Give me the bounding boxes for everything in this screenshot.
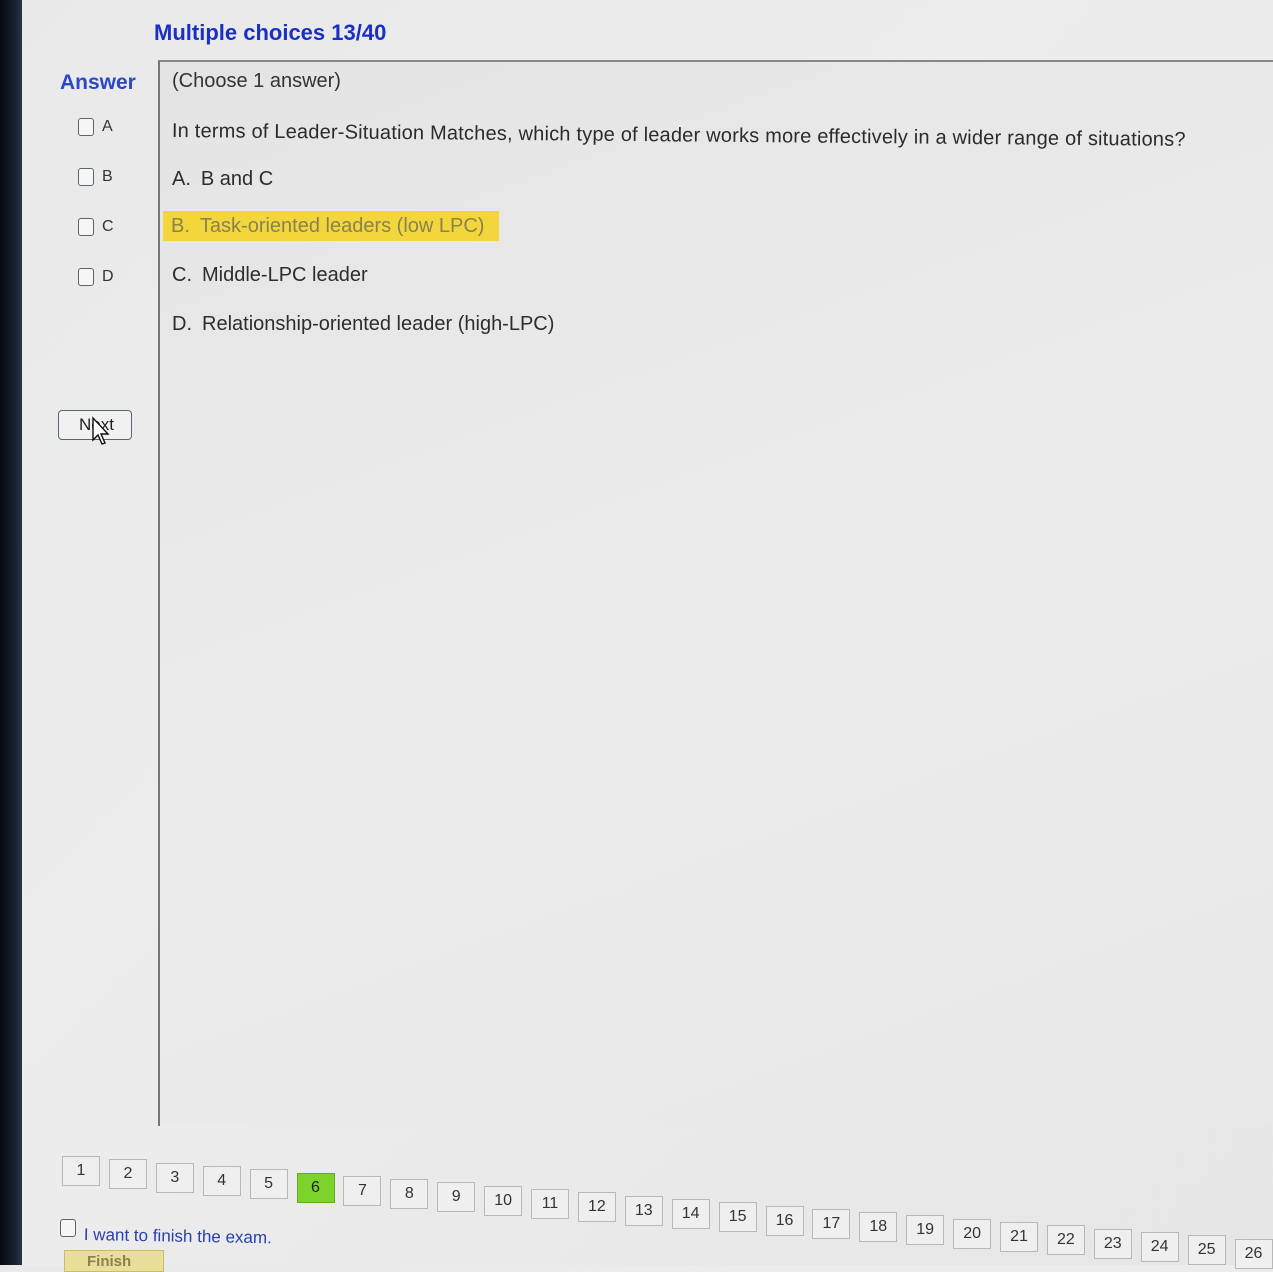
- choose-hint: (Choose 1 answer): [172, 70, 341, 92]
- checkbox-a[interactable]: [78, 118, 94, 136]
- page-button-6[interactable]: 6: [296, 1172, 335, 1203]
- page-button-11[interactable]: 11: [531, 1189, 569, 1219]
- answer-option-label: A: [102, 118, 113, 135]
- answer-option-c[interactable]: C: [78, 215, 138, 239]
- page-button-7[interactable]: 7: [343, 1175, 382, 1206]
- page-button-23[interactable]: 23: [1093, 1228, 1132, 1259]
- checkbox-d[interactable]: [78, 268, 94, 286]
- answer-option-label: B: [102, 168, 113, 185]
- answer-option-b[interactable]: B: [78, 165, 138, 189]
- page-button-17[interactable]: 17: [812, 1208, 851, 1239]
- page-button-2[interactable]: 2: [108, 1159, 147, 1190]
- answer-option-label: D: [102, 268, 114, 285]
- choice-letter: B.: [171, 215, 190, 237]
- choice-text: Task-oriented leaders (low LPC): [199, 215, 485, 237]
- page-button-3[interactable]: 3: [155, 1162, 194, 1193]
- page-button-20[interactable]: 20: [953, 1218, 992, 1249]
- choice-b: B. Task-oriented leaders (low LPC): [171, 215, 484, 238]
- page-button-16[interactable]: 16: [765, 1205, 804, 1236]
- page-button-10[interactable]: 10: [484, 1185, 523, 1216]
- page-button-12[interactable]: 12: [577, 1192, 616, 1223]
- screen-bezel: [0, 0, 22, 1265]
- answer-option-label: C: [102, 218, 114, 235]
- choice-text: B and C: [200, 168, 274, 190]
- page-button-26[interactable]: 26: [1234, 1238, 1273, 1269]
- choice-text: Middle-LPC leader: [202, 264, 368, 286]
- page-button-15[interactable]: 15: [718, 1202, 757, 1233]
- page-title: Multiple choices 13/40: [154, 20, 387, 45]
- choice-a: A. B and C: [172, 168, 273, 191]
- page-button-24[interactable]: 24: [1140, 1231, 1179, 1262]
- choice-c: C. Middle-LPC leader: [172, 264, 368, 287]
- page-button-19[interactable]: 19: [906, 1215, 945, 1246]
- choice-letter: A.: [172, 168, 191, 190]
- choice-letter: D.: [172, 313, 192, 335]
- page-button-4[interactable]: 4: [202, 1165, 241, 1196]
- choice-text: Relationship-oriented leader (high-LPC): [202, 313, 555, 335]
- mouse-pointer-icon: [92, 416, 110, 445]
- page-button-25[interactable]: 25: [1187, 1235, 1226, 1266]
- choice-b-highlight: B. Task-oriented leaders (low LPC): [163, 211, 499, 241]
- finish-exam-checkbox[interactable]: [60, 1219, 76, 1237]
- page-button-13[interactable]: 13: [624, 1195, 663, 1226]
- page-button-22[interactable]: 22: [1046, 1225, 1085, 1256]
- answer-heading: Answer: [60, 71, 136, 94]
- page-button-1[interactable]: 1: [62, 1156, 100, 1186]
- page-button-18[interactable]: 18: [859, 1212, 898, 1243]
- finish-exam-label: I want to finish the exam.: [83, 1225, 273, 1248]
- answer-option-a[interactable]: A: [78, 115, 138, 139]
- page-button-9[interactable]: 9: [437, 1182, 476, 1213]
- page-button-14[interactable]: 14: [671, 1198, 710, 1229]
- finish-button[interactable]: Finish: [64, 1250, 164, 1272]
- page-button-5[interactable]: 5: [249, 1169, 288, 1200]
- checkbox-c[interactable]: [78, 218, 94, 236]
- page-button-21[interactable]: 21: [1000, 1222, 1038, 1252]
- page-button-8[interactable]: 8: [390, 1179, 429, 1210]
- choice-letter: C.: [172, 264, 192, 286]
- answer-option-d[interactable]: D: [78, 265, 138, 289]
- choice-d: D. Relationship-oriented leader (high-LPC…: [172, 313, 554, 336]
- checkbox-b[interactable]: [78, 168, 94, 186]
